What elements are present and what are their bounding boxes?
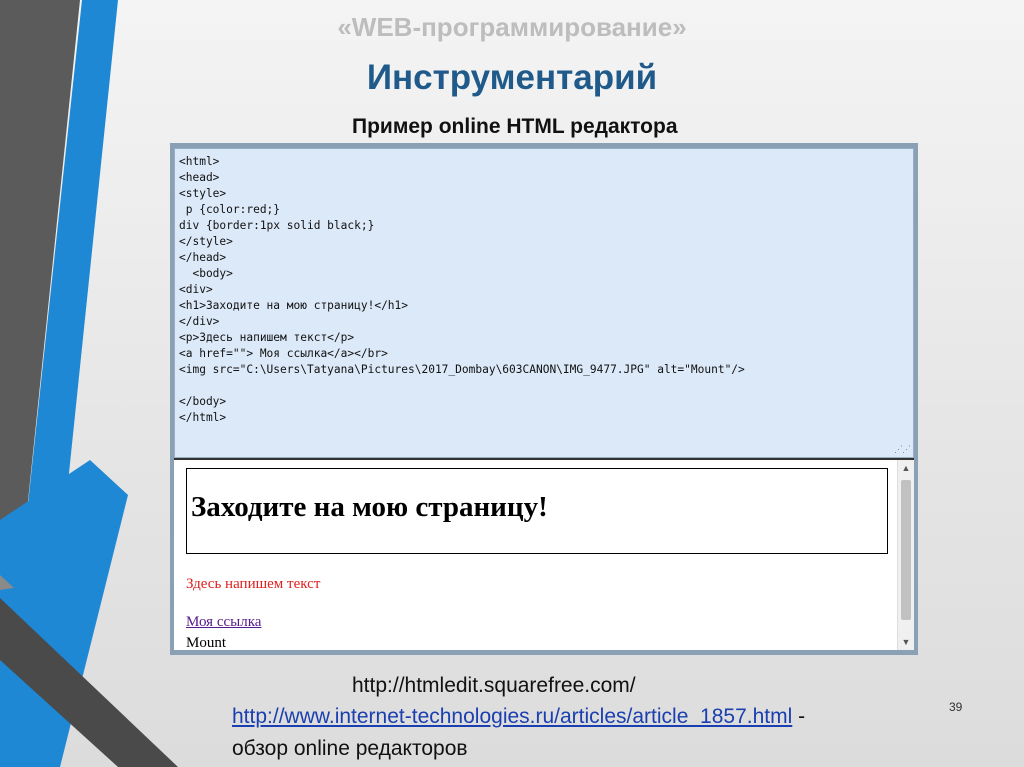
online-html-editor: <html> <head> <style> p {color:red;} div… <box>170 143 918 655</box>
slide-subtitle: «WEB-программирование» <box>337 12 687 42</box>
link-internet-technologies-row: http://www.internet-technologies.ru/arti… <box>232 705 805 729</box>
resize-grip-icon[interactable]: ⋰⋰ <box>894 444 911 455</box>
code-line: <p>Здесь напишем текст</p> <box>179 331 355 344</box>
preview-bordered-div: Заходите на мою страницу! <box>186 468 888 554</box>
code-line: <style> <box>179 187 227 200</box>
link-internet-technologies[interactable]: http://www.internet-technologies.ru/arti… <box>232 705 792 728</box>
preview-scrollbar[interactable]: ▲ ▼ <box>897 460 914 650</box>
code-line: <h1>Заходите на мою страницу!</h1> <box>179 299 409 312</box>
preview-link[interactable]: Моя ссылка <box>186 614 261 631</box>
link-htmledit[interactable]: http://htmledit.squarefree.com/ <box>352 674 636 698</box>
code-line: <head> <box>179 171 220 184</box>
links-note: обзор online редакторов <box>232 737 468 760</box>
code-line: <html> <box>179 155 220 168</box>
preview-paragraph: Здесь напишем текст <box>186 576 321 592</box>
code-line: <img src="C:\Users\Tatyana\Pictures\2017… <box>179 363 745 376</box>
decor-bottom-light-stripe <box>0 575 14 590</box>
decor-blue-wedge <box>0 460 128 767</box>
code-line: </html> <box>179 411 227 424</box>
code-textarea[interactable]: <html> <head> <style> p {color:red;} div… <box>174 148 914 458</box>
preview-image-alt-text: Mount <box>186 635 227 650</box>
code-line: </div> <box>179 315 220 328</box>
slide-title: Инструментарий <box>366 58 658 97</box>
scroll-up-arrow-icon[interactable]: ▲ <box>898 460 914 476</box>
code-line: </style> <box>179 235 233 248</box>
code-line: <a href=""> Моя ссылка</a></br> <box>179 347 388 360</box>
page-number: 39 <box>949 700 963 714</box>
scroll-down-arrow-icon[interactable]: ▼ <box>898 634 914 650</box>
code-line: p {color:red;} <box>179 203 281 216</box>
code-line: </body> <box>179 395 227 408</box>
code-line: <body> <box>179 267 233 280</box>
editor-caption: Пример online HTML редактора <box>352 115 678 138</box>
code-line: div {border:1px solid black;} <box>179 219 375 232</box>
preview-pane: Заходите на мою страницу! Здесь напишем … <box>174 460 914 650</box>
preview-heading: Заходите на мою страницу! <box>191 491 548 523</box>
code-line: </head> <box>179 251 227 264</box>
link-separator: - <box>792 705 806 728</box>
scroll-thumb[interactable] <box>901 480 911 620</box>
code-content: <html> <head> <style> p {color:red;} div… <box>175 149 913 426</box>
decor-bottom-dark-stripe <box>0 598 178 767</box>
code-line: <div> <box>179 283 213 296</box>
